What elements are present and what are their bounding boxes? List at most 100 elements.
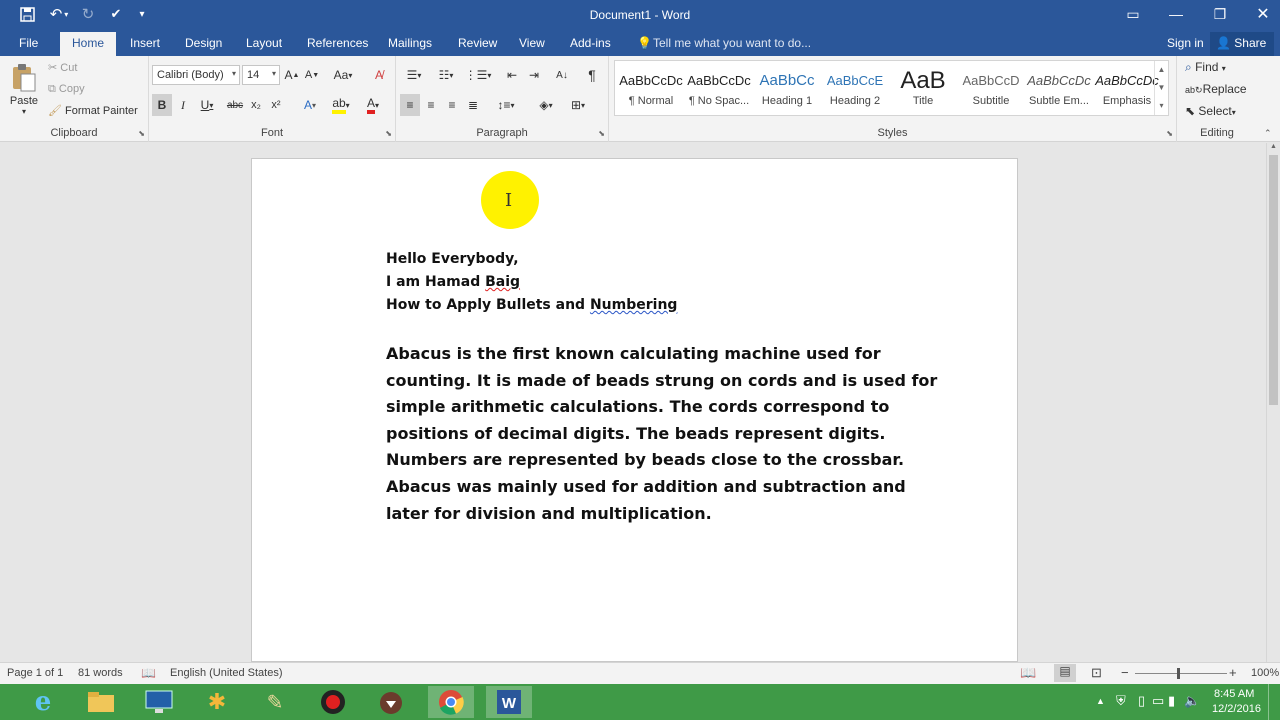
- scroll-down-icon[interactable]: ▼: [1155, 79, 1168, 97]
- tab-mailings[interactable]: Mailings: [388, 36, 432, 50]
- document-page[interactable]: Hello Everybody, I am Hamad Baig How to …: [251, 158, 1018, 662]
- network-icon[interactable]: ▮: [1168, 693, 1175, 709]
- copy-button[interactable]: ⧉ Copy: [48, 83, 85, 96]
- tools-app-icon[interactable]: ✱: [194, 686, 240, 718]
- superscript-button[interactable]: x²: [267, 94, 285, 116]
- select-button[interactable]: ⬉ Select▾: [1185, 104, 1236, 118]
- clock-time[interactable]: 8:45 AM: [1214, 688, 1254, 700]
- battery-icon[interactable]: ▯: [1138, 693, 1145, 709]
- doc-line-topic[interactable]: How to Apply Bullets and Numbering: [386, 297, 677, 313]
- style-heading-1[interactable]: AaBbCc Heading 1: [753, 67, 821, 117]
- justify-icon[interactable]: ≣: [463, 94, 483, 116]
- tab-design[interactable]: Design: [185, 36, 222, 50]
- scroll-up-icon[interactable]: ▲: [1267, 143, 1280, 150]
- replace-button[interactable]: ab↻Replace: [1185, 82, 1247, 96]
- find-button[interactable]: ⌕ Find ▾: [1185, 60, 1226, 75]
- styles-dialog-launcher-icon[interactable]: ⬊: [1166, 129, 1173, 138]
- security-shield-icon[interactable]: ⛨: [1116, 693, 1126, 709]
- styles-scroll[interactable]: ▲ ▼ ▾: [1154, 61, 1168, 115]
- shading-icon[interactable]: ◈ ▾: [532, 94, 560, 116]
- tab-view[interactable]: View: [519, 36, 545, 50]
- style-title[interactable]: AaB Title: [889, 67, 957, 117]
- chrome-icon[interactable]: [428, 686, 474, 718]
- page-count[interactable]: Page 1 of 1: [7, 667, 63, 679]
- style-normal[interactable]: AaBbCcDc ¶ Normal: [617, 67, 685, 117]
- subscript-button[interactable]: x₂: [247, 94, 265, 116]
- font-size-box[interactable]: 14 ▾: [242, 65, 280, 85]
- tab-file[interactable]: File: [19, 36, 38, 50]
- scroll-thumb[interactable]: [1269, 155, 1278, 405]
- show-hidden-icons-icon[interactable]: ▲: [1096, 696, 1105, 706]
- zoom-level[interactable]: 100%: [1251, 667, 1279, 679]
- zoom-in-icon[interactable]: +: [1229, 665, 1237, 680]
- share-button[interactable]: 👤 Share: [1210, 32, 1275, 56]
- language-indicator[interactable]: English (United States): [170, 667, 283, 679]
- display-icon[interactable]: ▭: [1152, 693, 1164, 709]
- style-no-spacing[interactable]: AaBbCcDc ¶ No Spac...: [685, 67, 753, 117]
- zoom-out-icon[interactable]: −: [1121, 665, 1129, 680]
- font-color-icon[interactable]: A ▾: [359, 94, 387, 116]
- show-desktop-button[interactable]: [1268, 684, 1280, 720]
- multilevel-list-icon[interactable]: ⋮☰ ▾: [464, 65, 492, 85]
- style-emphasis[interactable]: AaBbCcDc Emphasis: [1093, 67, 1161, 117]
- sort-icon[interactable]: A↓: [552, 65, 572, 85]
- paste-button[interactable]: Paste ▾: [4, 60, 44, 118]
- increase-indent-icon[interactable]: ⇥: [524, 65, 544, 85]
- volume-icon[interactable]: 🔈: [1184, 693, 1200, 709]
- record-app-icon[interactable]: [310, 686, 356, 718]
- show-formatting-marks-icon[interactable]: ¶: [582, 65, 602, 85]
- more-styles-icon[interactable]: ▾: [1155, 97, 1168, 115]
- tab-add-ins[interactable]: Add-ins: [570, 36, 611, 50]
- align-left-icon[interactable]: ≡: [400, 94, 420, 116]
- style-subtitle[interactable]: AaBbCcD Subtitle: [957, 67, 1025, 117]
- print-layout-icon[interactable]: ▤: [1054, 664, 1076, 682]
- strikethrough-button[interactable]: abc: [225, 94, 245, 116]
- grammar-flag-word[interactable]: Numbering: [590, 297, 677, 313]
- spelling-error-word[interactable]: Baig: [485, 274, 520, 290]
- numbering-icon[interactable]: ☷ ▾: [432, 65, 460, 85]
- bullets-icon[interactable]: ☰ ▾: [400, 65, 428, 85]
- doc-body-paragraph[interactable]: Abacus is the first known calculating ma…: [386, 341, 946, 527]
- change-case-icon[interactable]: Aa ▾: [329, 65, 357, 85]
- word-taskbar-icon[interactable]: W: [486, 686, 532, 718]
- doc-line-name[interactable]: I am Hamad Baig: [386, 274, 520, 290]
- style-heading-2[interactable]: AaBbCcE Heading 2: [821, 67, 889, 117]
- tab-references[interactable]: References: [307, 36, 368, 50]
- internet-explorer-icon[interactable]: e: [20, 686, 66, 718]
- collapse-ribbon-icon[interactable]: ⌃: [1264, 128, 1272, 139]
- media-app-icon[interactable]: ✎: [252, 686, 298, 718]
- proofing-icon[interactable]: 📖: [141, 666, 156, 680]
- bold-button[interactable]: B: [152, 94, 172, 116]
- clear-formatting-icon[interactable]: A̸: [369, 65, 389, 85]
- clock-date[interactable]: 12/2/2016: [1212, 703, 1261, 715]
- tab-home[interactable]: Home: [60, 32, 117, 56]
- paragraph-dialog-launcher-icon[interactable]: ⬊: [598, 129, 605, 138]
- web-layout-icon[interactable]: ⊡: [1091, 665, 1102, 681]
- zoom-slider[interactable]: [1135, 673, 1227, 674]
- doc-line-greeting[interactable]: Hello Everybody,: [386, 251, 519, 267]
- monitor-app-icon[interactable]: [136, 686, 182, 718]
- highlight-color-icon[interactable]: ab ▾: [327, 94, 355, 116]
- style-subtle-emphasis[interactable]: AaBbCcDc Subtle Em...: [1025, 67, 1093, 117]
- close-icon[interactable]: ✕: [1243, 0, 1280, 28]
- minimize-icon[interactable]: —: [1156, 0, 1196, 28]
- zoom-slider-thumb[interactable]: [1177, 668, 1180, 679]
- file-explorer-icon[interactable]: [78, 686, 124, 718]
- decrease-indent-icon[interactable]: ⇤: [502, 65, 522, 85]
- font-name-box[interactable]: Calibri (Body) ▾: [152, 65, 240, 85]
- tab-review[interactable]: Review: [458, 36, 497, 50]
- borders-icon[interactable]: ⊞ ▾: [564, 94, 592, 116]
- text-effects-icon[interactable]: A ▾: [297, 94, 323, 116]
- italic-button[interactable]: I: [174, 94, 192, 116]
- line-spacing-icon[interactable]: ↕≡ ▾: [492, 94, 520, 116]
- clipboard-dialog-launcher-icon[interactable]: ⬊: [138, 129, 145, 138]
- shrink-font-icon[interactable]: A ▼: [303, 65, 321, 85]
- font-dialog-launcher-icon[interactable]: ⬊: [385, 129, 392, 138]
- ribbon-display-options-icon[interactable]: ▭: [1113, 0, 1153, 28]
- sign-in-link[interactable]: Sign in: [1167, 36, 1204, 50]
- underline-button[interactable]: U ▾: [194, 94, 220, 116]
- restore-icon[interactable]: ❐: [1200, 0, 1240, 28]
- tell-me-search[interactable]: Tell me what you want to do...: [653, 36, 811, 50]
- tab-layout[interactable]: Layout: [246, 36, 282, 50]
- align-right-icon[interactable]: ≡: [442, 94, 462, 116]
